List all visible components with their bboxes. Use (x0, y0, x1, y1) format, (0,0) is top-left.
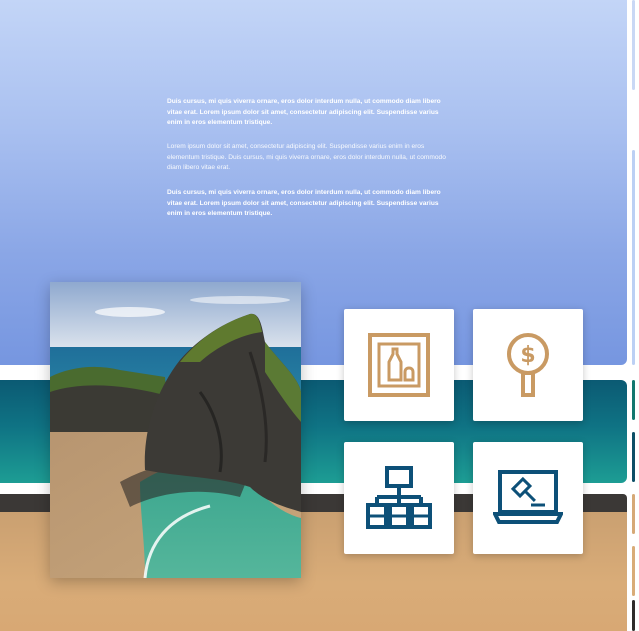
edge-strip-sky-bottom (632, 150, 635, 365)
intro-paragraph-1: Duis cursus, mi quis viverra ornare, ero… (167, 98, 441, 126)
edge-strip-sea-bottom (632, 432, 635, 482)
feature-card-artwork[interactable] (344, 309, 454, 421)
intro-paragraph-3: Duis cursus, mi quis viverra ornare, ero… (167, 189, 441, 217)
coastal-rock-photo (50, 282, 301, 578)
feature-card-finance[interactable]: $ (473, 309, 583, 421)
svg-text:$: $ (520, 343, 535, 368)
org-chart-hierarchy-icon (366, 466, 432, 529)
feature-card-online-auction[interactable] (473, 442, 583, 554)
edge-strip-sea-top (632, 380, 635, 420)
edge-strip-sky-top (632, 0, 635, 90)
intro-paragraph-2: Lorem ipsum dolor sit amet, consectetur … (167, 143, 446, 171)
framed-artwork-icon (368, 333, 430, 397)
coastal-rock-image (50, 282, 301, 578)
edge-strip-sand-bottom (632, 546, 635, 596)
edge-strip-rock (632, 600, 635, 631)
dollar-sign-magnifier-icon: $ (507, 333, 549, 397)
laptop-auction-gavel-icon (493, 470, 563, 524)
feature-card-organization[interactable] (344, 442, 454, 554)
edge-strip-sand-top (632, 494, 635, 534)
